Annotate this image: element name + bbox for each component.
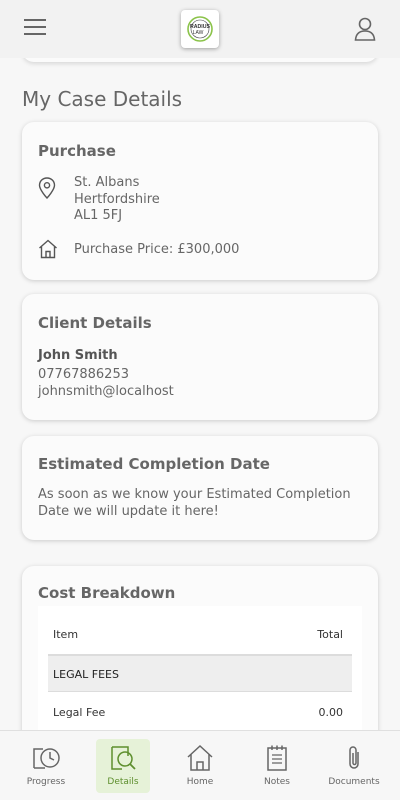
table-row-total: 0.00 bbox=[318, 706, 344, 719]
completion-message-line-1: As soon as we know your Estimated Comple… bbox=[38, 487, 351, 502]
completion-date-title: Estimated Completion Date bbox=[38, 455, 270, 473]
progress-clock-icon bbox=[33, 748, 60, 769]
column-header-item: Item bbox=[53, 628, 79, 641]
client-details-card: Client Details John Smith 07767886253 jo… bbox=[22, 294, 378, 420]
user-profile-icon[interactable] bbox=[354, 17, 376, 41]
client-email: johnsmith@localhost bbox=[38, 384, 174, 399]
purchase-title: Purchase bbox=[38, 142, 116, 160]
column-header-total: Total bbox=[317, 628, 343, 641]
location-pin-icon bbox=[38, 177, 56, 199]
address-line-1: St. Albans bbox=[74, 175, 140, 190]
section-row-legal-fees: LEGAL FEES bbox=[48, 654, 352, 692]
svg-text:LAW: LAW bbox=[193, 30, 204, 36]
top-app-bar: RADIUS LAW bbox=[0, 0, 400, 58]
completion-date-card: Estimated Completion Date As soon as we … bbox=[22, 436, 378, 540]
address-line-3: AL1 5FJ bbox=[74, 208, 123, 223]
nav-documents[interactable]: Documents bbox=[327, 739, 381, 793]
case-details-scroll[interactable]: My Case Details Purchase St. Albans Hert… bbox=[0, 58, 400, 730]
purchase-price: Purchase Price: £300,000 bbox=[74, 242, 240, 257]
nav-label: Progress bbox=[26, 777, 66, 787]
house-icon bbox=[39, 239, 57, 259]
radius-law-logo: RADIUS LAW bbox=[181, 10, 219, 48]
previous-card-edge bbox=[22, 58, 378, 62]
cost-table: Item Total LEGAL FEES Legal Fee 0.00 bbox=[38, 606, 362, 730]
purchase-card: Purchase St. Albans Hertfordshire AL1 5F… bbox=[22, 122, 378, 280]
client-name: John Smith bbox=[38, 348, 118, 363]
address-line-2: Hertfordshire bbox=[74, 191, 160, 207]
client-details-title: Client Details bbox=[38, 314, 152, 332]
nav-notes[interactable]: Notes bbox=[250, 739, 304, 793]
menu-icon[interactable] bbox=[24, 19, 46, 37]
cost-breakdown-card: Cost Breakdown Item Total LEGAL FEES Leg… bbox=[22, 566, 378, 730]
bottom-navigation: Progress Details Home Notes Documents bbox=[0, 730, 400, 800]
nav-label: Notes bbox=[264, 777, 290, 787]
nav-label: Documents bbox=[328, 777, 380, 787]
details-search-icon bbox=[111, 746, 136, 770]
cost-breakdown-title: Cost Breakdown bbox=[38, 584, 176, 602]
page-title: My Case Details bbox=[22, 87, 183, 111]
nav-progress[interactable]: Progress bbox=[19, 739, 73, 793]
nav-label: Details bbox=[107, 777, 139, 787]
notes-icon bbox=[267, 745, 287, 771]
nav-label: Home bbox=[186, 777, 214, 787]
completion-message-line-2: Date we will update it here! bbox=[38, 503, 219, 519]
paperclip-icon bbox=[349, 746, 359, 769]
nav-details[interactable]: Details bbox=[96, 739, 150, 793]
nav-home[interactable]: Home bbox=[173, 739, 227, 793]
home-icon bbox=[187, 744, 213, 771]
section-label: LEGAL FEES bbox=[53, 668, 119, 681]
table-row-item: Legal Fee bbox=[53, 706, 106, 719]
client-phone: 07767886253 bbox=[38, 367, 129, 382]
